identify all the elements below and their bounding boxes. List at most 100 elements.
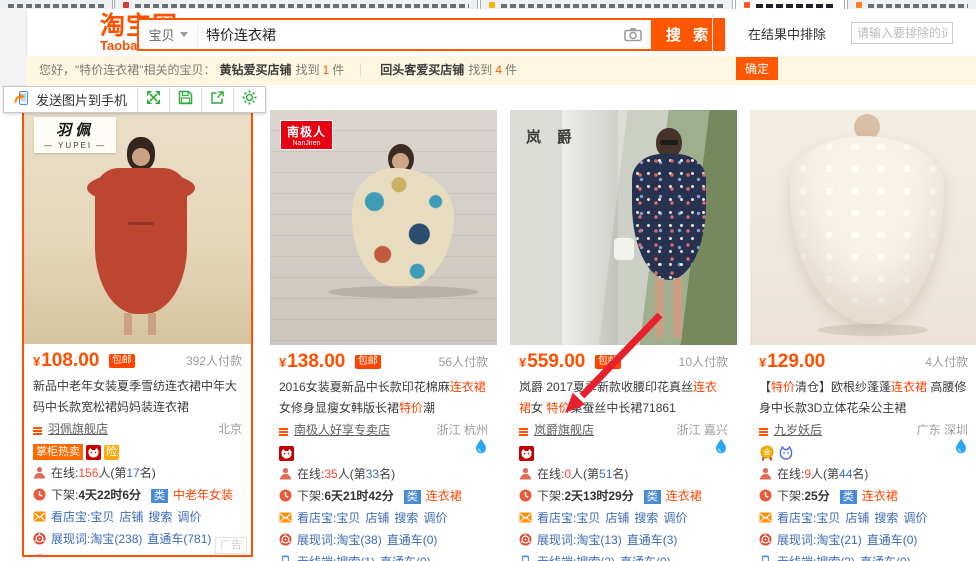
left-margin (0, 9, 27, 88)
kdb-link-search[interactable]: 搜索 (148, 510, 172, 524)
confirm-button[interactable]: 确定 (736, 57, 778, 80)
product-card[interactable]: ¥129.00 包邮 4人付款 【特价清仓】欧根纱蓬蓬连衣裙 高腰修身中长款3D… (750, 110, 976, 561)
photo-figure (614, 238, 634, 260)
water-drop-icon[interactable] (953, 438, 969, 459)
browser-tab-strip (0, 0, 976, 9)
shop-link[interactable]: 南极人好享专卖店 (294, 423, 390, 437)
product-image[interactable]: 羽佩 — YUPEI — (24, 109, 251, 344)
shop-list-icon (519, 428, 528, 430)
kdb-link-shop[interactable]: 店铺 (845, 511, 869, 525)
category-link[interactable]: 中老年女装 (173, 488, 233, 502)
header-divider (712, 14, 713, 54)
mail-icon (759, 511, 772, 524)
expand-button[interactable] (137, 87, 169, 112)
offshelf-stat: 下架:2天13时29分类连衣裙 (519, 485, 728, 507)
shop-row: 南极人好享专卖店 浙江 杭州 (279, 420, 488, 440)
product-info: ¥138.00 包邮 56人付款 2016女装夏新品中长款印花棉麻连衣裙女修身显… (270, 350, 497, 561)
shop-link[interactable]: 岚爵旗舰店 (534, 423, 594, 437)
product-card[interactable]: 南极人 NanJiren ¥138.00 包邮 56人付款 2016女装夏新品中… (270, 110, 497, 561)
mobile-icon (279, 555, 292, 561)
browser-tab[interactable] (480, 0, 733, 9)
kdb-link-price[interactable]: 调价 (903, 511, 927, 525)
product-title[interactable]: 【特价清仓】欧根纱蓬蓬连衣裙 高腰修身中长款3D立体花朵公主裙 (759, 377, 968, 419)
title-text: 潮 (423, 401, 435, 415)
kdb-link-shop[interactable]: 店铺 (605, 511, 629, 525)
price: ¥559.00 (519, 354, 585, 371)
shop-link[interactable]: 羽佩旗舰店 (48, 422, 108, 436)
badge-row: 金 (759, 443, 968, 463)
kdb-link-shop[interactable]: 店铺 (365, 511, 389, 525)
camera-icon[interactable] (615, 20, 651, 49)
browser-tab[interactable] (114, 0, 478, 9)
kdb-link-search[interactable]: 搜索 (394, 511, 418, 525)
browser-tab[interactable] (735, 0, 845, 9)
tab-title-text (868, 4, 968, 8)
notice-found2: 找到 (468, 63, 492, 77)
product-info: ¥108.00 包邮 392人付款 新品中老年女装夏季雪纺连衣裙中年大码中长款宽… (24, 349, 251, 557)
search-button[interactable]: 搜 索 (653, 18, 725, 51)
tab-title-text (756, 4, 836, 8)
online-stat: 在线:0人(第51名) (519, 463, 728, 485)
wireless-stat: 无线端:搜索(1)直通车(0) (279, 551, 488, 561)
wireless-stat: 无线端:搜索(3)直通车(0) (759, 551, 968, 561)
water-drop-icon[interactable] (713, 438, 729, 459)
impression-words-stat: 展现词:淘宝(238)直通车(781) (33, 528, 242, 550)
kandianbao-stat: 看店宝:宝贝店铺搜索调价 (33, 506, 242, 528)
price: ¥129.00 (759, 354, 825, 371)
kdb-link-item[interactable]: 宝贝 (816, 511, 840, 525)
category-link[interactable]: 连衣裙 (426, 489, 462, 503)
product-image[interactable]: 南极人 NanJiren (270, 110, 497, 345)
title-text: 2016女装夏新品中长款印花棉麻 (279, 380, 450, 394)
settings-button[interactable] (233, 87, 265, 112)
exclude-input[interactable] (851, 22, 953, 44)
tab-favicon (123, 2, 129, 8)
product-card[interactable]: 岚 爵 ¥559.00 包邮 10人付款 岚爵 2017夏季新款收腰印花真丝连衣… (510, 110, 737, 561)
kdb-link-price[interactable]: 调价 (423, 511, 447, 525)
send-to-phone-label: 发送图片到手机 (36, 90, 127, 109)
category-link[interactable]: 连衣裙 (666, 489, 702, 503)
product-image[interactable]: 岚 爵 (510, 110, 737, 345)
save-button[interactable] (169, 87, 201, 112)
kdb-link-price[interactable]: 调价 (663, 511, 687, 525)
kdb-link-shop[interactable]: 店铺 (119, 510, 143, 524)
browser-tab[interactable] (0, 0, 113, 9)
shop-location: 广东 深圳 (917, 420, 968, 440)
price-row: ¥108.00 包邮 392人付款 (33, 349, 242, 373)
clock-icon (33, 488, 46, 501)
tab-title-text (8, 4, 104, 8)
kdb-link-item[interactable]: 宝贝 (576, 511, 600, 525)
product-title[interactable]: 新品中老年女装夏季雪纺连衣裙中年大码中长款宽松裙妈妈装连衣裙 (33, 376, 242, 418)
tmall-cat-icon (519, 446, 534, 461)
clock-icon (279, 489, 292, 502)
kdb-link-search[interactable]: 搜索 (634, 511, 658, 525)
water-drop-icon[interactable] (473, 438, 489, 459)
notice-separator: ｜ (354, 63, 366, 77)
product-title[interactable]: 岚爵 2017夏季新款收腰印花真丝连衣裙女 特价桑蚕丝中长裙71861 (519, 377, 728, 419)
browser-tab[interactable] (847, 0, 976, 9)
wheel-icon (759, 533, 772, 546)
kdb-link-item[interactable]: 宝贝 (90, 510, 114, 524)
kdb-link-search[interactable]: 搜索 (874, 511, 898, 525)
product-card[interactable]: 羽佩 — YUPEI — ¥108.00 包邮 392人付款 新品中老年女装夏季… (22, 107, 253, 557)
category-link[interactable]: 连衣裙 (862, 489, 898, 503)
save-icon (178, 90, 193, 110)
product-image[interactable] (750, 110, 976, 345)
share-button[interactable] (201, 87, 233, 112)
search-category-dropdown[interactable]: 宝贝 (139, 20, 198, 49)
free-shipping-badge: 包邮 (355, 355, 381, 369)
product-title[interactable]: 2016女装夏新品中长款印花棉麻连衣裙女修身显瘦女韩版长裙特价潮 (279, 377, 488, 419)
wireless-stat: 无线端:搜索(87)直通车(0) (33, 550, 242, 557)
title-keyword-highlight: 特价 (546, 401, 570, 415)
shop-link[interactable]: 九岁妖后 (774, 423, 822, 437)
blue-cat-icon (778, 445, 794, 461)
offshelf-stat: 下架:25分类连衣裙 (759, 485, 968, 507)
notice-unit2: 件 (505, 63, 517, 77)
brand-logo: 岚 爵 (526, 126, 578, 147)
kandianbao-stat: 看店宝:宝贝店铺搜索调价 (759, 507, 968, 529)
kdb-link-item[interactable]: 宝贝 (336, 511, 360, 525)
kdb-link-price[interactable]: 调价 (177, 510, 201, 524)
category-badge: 类 (151, 489, 168, 503)
search-input[interactable] (198, 20, 615, 49)
kandianbao-stat: 看店宝:宝贝店铺搜索调价 (519, 507, 728, 529)
send-to-phone-button[interactable]: 发送图片到手机 (4, 87, 137, 112)
